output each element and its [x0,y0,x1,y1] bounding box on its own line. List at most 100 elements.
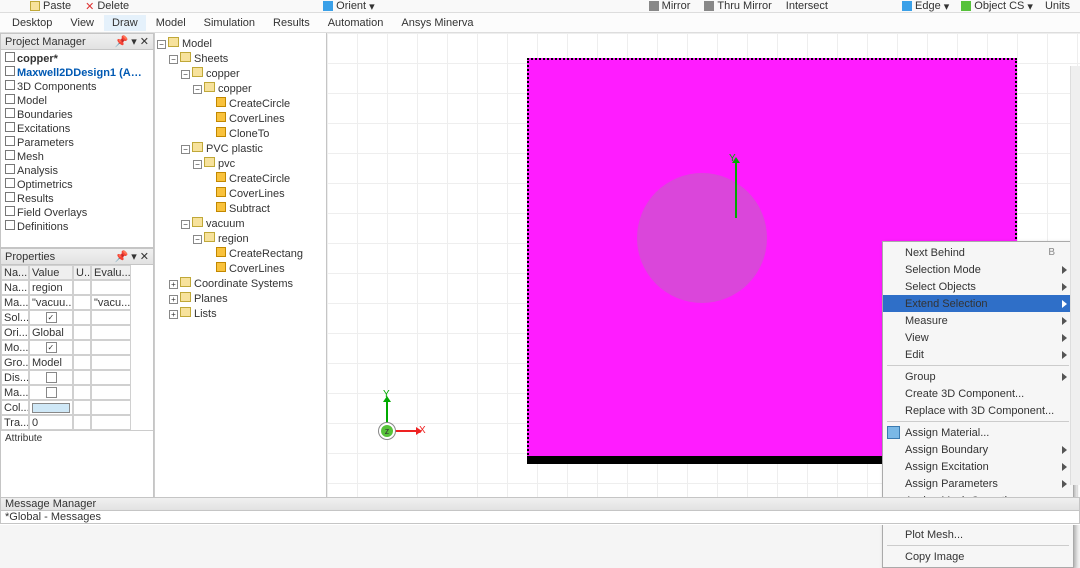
pin-icon[interactable]: 📌 [115,35,129,48]
orient-dropdown[interactable]: Orient ▾ [323,0,375,13]
props-cell[interactable]: Model [29,355,73,370]
tree-toggle-icon[interactable]: − [193,85,202,94]
props-cell[interactable] [73,400,91,415]
tree-toggle-icon[interactable]: + [169,280,178,289]
props-cell[interactable]: Sol... [1,310,29,325]
props-cell[interactable]: Col... [1,400,29,415]
tree-item[interactable]: Subtract [157,202,324,217]
tab-simulation[interactable]: Simulation [196,15,263,31]
props-cell[interactable]: Tra... [1,415,29,430]
props-cell[interactable] [91,325,131,340]
props-cell[interactable] [29,340,73,355]
3d-viewport[interactable]: Y z X Y 100 (mm) 智善CAE共创未来 Next BehindBS… [327,33,1080,513]
props-cell[interactable]: "vacu... [91,295,131,310]
props-cell[interactable]: region [29,280,73,295]
pvc-circle[interactable] [637,173,767,303]
tree-toggle-icon[interactable]: + [169,295,178,304]
ctx-item-create-3d-component-[interactable]: Create 3D Component... [883,385,1073,402]
objectcs-dropdown[interactable]: Object CS ▾ [961,0,1033,13]
dropdown-icon[interactable]: ▾ [131,35,137,48]
tree-item[interactable]: +Coordinate Systems [157,277,324,292]
ctx-item-measure[interactable]: Measure [883,312,1073,329]
props-cell[interactable]: Mo... [1,340,29,355]
ctx-item-assign-boundary[interactable]: Assign Boundary [883,441,1073,458]
ctx-item-replace-with-3d-component-[interactable]: Replace with 3D Component... [883,402,1073,419]
props-cell[interactable] [29,370,73,385]
tab-view[interactable]: View [62,15,102,31]
props-cell[interactable]: Na... [1,280,29,295]
props-cell[interactable]: Gro... [1,355,29,370]
tree-item[interactable]: −region [157,232,324,247]
props-cell[interactable] [73,325,91,340]
close-icon[interactable]: ✕ [140,35,149,48]
pm-item[interactable]: Field Overlays [5,206,149,220]
pm-item[interactable]: Excitations [5,122,149,136]
tab-model[interactable]: Model [148,15,194,31]
ctx-item-view[interactable]: View [883,329,1073,346]
axis-triad[interactable]: z X Y [357,393,417,453]
props-cell[interactable] [73,415,91,430]
tree-item[interactable]: −PVC plastic [157,142,324,157]
tree-toggle-icon[interactable]: − [193,235,202,244]
props-header[interactable]: U... [73,265,91,280]
dropdown-icon[interactable]: ▾ [131,250,137,263]
edge-dropdown[interactable]: Edge ▾ [902,0,949,13]
ctx-item-selection-mode[interactable]: Selection Mode [883,261,1073,278]
ctx-item-assign-material-[interactable]: Assign Material... [883,424,1073,441]
props-cell[interactable] [91,370,131,385]
tree-item[interactable]: CreateCircle [157,97,324,112]
tree-toggle-icon[interactable]: − [193,160,202,169]
tree-item[interactable]: CreateRectang [157,247,324,262]
props-cell[interactable] [91,385,131,400]
mirror-button[interactable]: Mirror [649,0,691,12]
props-header[interactable]: Evalu... [91,265,131,280]
tree-toggle-icon[interactable]: − [181,145,190,154]
close-icon[interactable]: ✕ [140,250,149,263]
model-tree[interactable]: −Model−Sheets−copper−copperCreateCircleC… [155,33,327,513]
props-cell[interactable] [73,295,91,310]
tree-toggle-icon[interactable]: − [157,40,166,49]
props-cell[interactable] [29,385,73,400]
props-cell[interactable] [29,310,73,325]
properties-grid[interactable]: Na...ValueU...Evalu...Na...regionMa..."v… [1,265,153,430]
pm-item[interactable]: Maxwell2DDesign1 (ACConduction, ) [5,66,149,80]
props-cell[interactable] [73,385,91,400]
props-cell[interactable] [91,310,131,325]
tree-item[interactable]: −copper [157,67,324,82]
pm-item[interactable]: Boundaries [5,108,149,122]
props-cell[interactable] [73,340,91,355]
tree-toggle-icon[interactable]: − [169,55,178,64]
tab-results[interactable]: Results [265,15,318,31]
tree-item[interactable]: −vacuum [157,217,324,232]
tree-item[interactable]: CoverLines [157,187,324,202]
tree-item[interactable]: −copper [157,82,324,97]
project-manager-tree[interactable]: copper*Maxwell2DDesign1 (ACConduction, )… [1,50,153,236]
tree-item[interactable]: CoverLines [157,262,324,277]
tab-automation[interactable]: Automation [320,15,392,31]
ctx-item-group[interactable]: Group [883,368,1073,385]
props-cell[interactable] [91,400,131,415]
props-cell[interactable] [73,355,91,370]
pm-item[interactable]: copper* [5,52,149,66]
props-cell[interactable]: Ma... [1,385,29,400]
pin-icon[interactable]: 📌 [115,250,129,263]
tab-draw[interactable]: Draw [104,15,146,31]
props-cell[interactable]: Ori... [1,325,29,340]
tab-ansys-minerva[interactable]: Ansys Minerva [393,15,481,31]
message-manager-content[interactable]: *Global - Messages [0,511,1080,524]
paste-button[interactable]: Paste [30,0,71,12]
pm-item[interactable]: Results [5,192,149,206]
delete-button[interactable]: ✕Delete [85,0,129,13]
props-cell[interactable] [73,310,91,325]
pm-item[interactable]: Parameters [5,136,149,150]
vertical-scrollbar[interactable] [1070,66,1080,485]
props-header[interactable]: Na... [1,265,29,280]
pm-item[interactable]: Analysis [5,164,149,178]
ctx-item-assign-excitation[interactable]: Assign Excitation [883,458,1073,475]
pm-item[interactable]: Model [5,94,149,108]
pm-item[interactable]: 3D Components [5,80,149,94]
ctx-item-plot-mesh-[interactable]: Plot Mesh... [883,526,1073,543]
ctx-item-select-objects[interactable]: Select Objects [883,278,1073,295]
props-cell[interactable] [91,415,131,430]
ctx-item-copy-image[interactable]: Copy Image [883,548,1073,565]
